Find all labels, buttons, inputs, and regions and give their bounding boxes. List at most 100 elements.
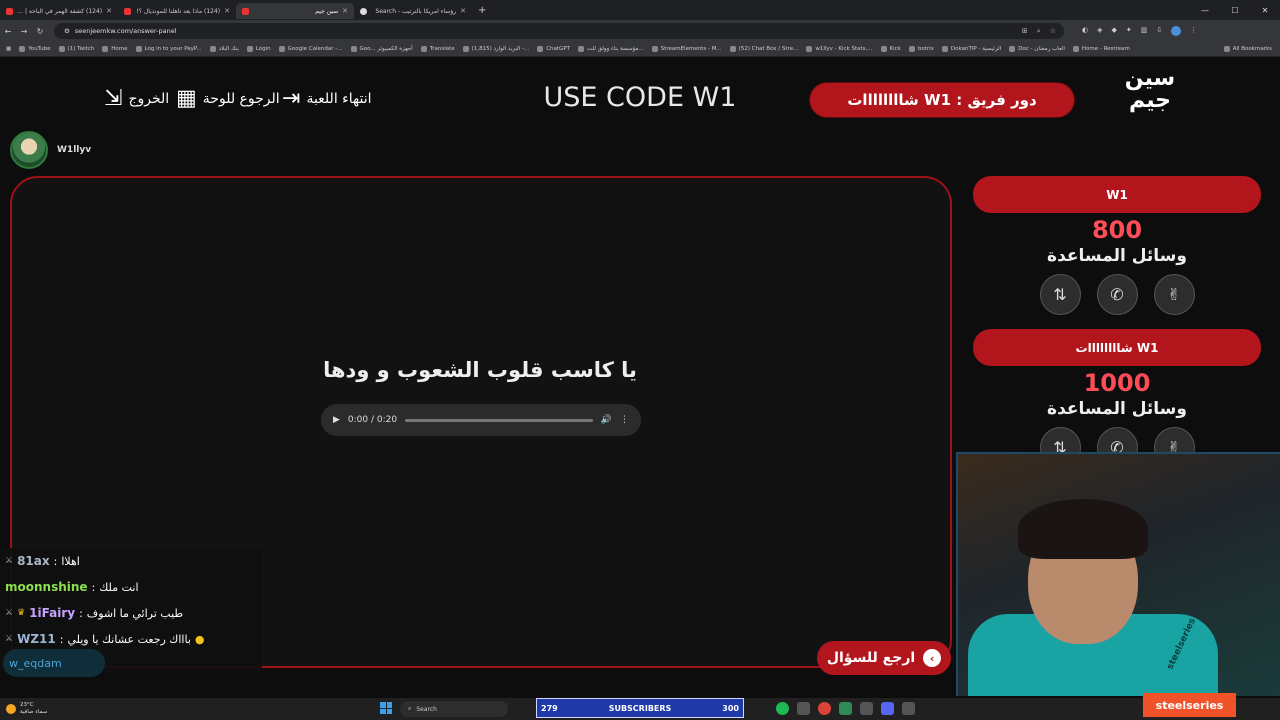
chrome-icon[interactable] xyxy=(818,702,831,715)
exit-button[interactable]: الخروج ⇲ xyxy=(104,88,169,110)
username: W1llyv xyxy=(57,145,92,155)
back-to-question-button[interactable]: › ارجع للسؤال xyxy=(817,641,951,675)
bookmark-item[interactable]: بنك البلاد xyxy=(209,46,239,52)
extensions: ◐ ◈ ◆ ✦ ▥ ⇩ ⋮ xyxy=(1082,26,1197,36)
browser-tab[interactable]: رؤساء امريكا بالترتيب - Search ✕ xyxy=(354,3,472,19)
bookmark-star-icon[interactable]: ☆ xyxy=(1050,27,1056,36)
forward-icon[interactable]: → xyxy=(16,27,32,36)
sun-icon xyxy=(6,704,16,714)
helps-label: وسائل المساعدة xyxy=(1047,399,1187,419)
bookmark-item[interactable]: (1) Twitch xyxy=(58,46,94,52)
profile-avatar[interactable] xyxy=(1171,26,1182,36)
browser-tab-bar: (124) كشفة الهمر في الباحة | مع ✕ (124) م… xyxy=(0,0,1280,20)
bookmark-item[interactable]: البريد الوارد (1,815) -... xyxy=(462,46,529,52)
menu-icon[interactable]: ⋮ xyxy=(1190,26,1197,36)
app-icon[interactable] xyxy=(839,702,852,715)
url-text: seenjeemkw.com/answer-panel xyxy=(74,27,177,35)
chat-input[interactable]: w_eqdam xyxy=(3,649,105,677)
youtube-icon xyxy=(124,7,131,15)
download-icon[interactable]: ⇩ xyxy=(1156,26,1162,36)
windows-start-icon[interactable] xyxy=(380,702,392,714)
bookmark-item[interactable]: YouTube xyxy=(19,46,51,52)
badge-icon: ⚔ xyxy=(5,608,14,618)
sidebar-icon[interactable]: ▥ xyxy=(1141,26,1148,36)
bookmark-item[interactable]: Doc - العاب رمضان xyxy=(1009,46,1065,52)
bookmark-item[interactable]: مؤسسة بناء وولق للت... xyxy=(578,46,644,52)
bookmark-item[interactable]: Kick xyxy=(880,46,901,52)
taskbar-apps xyxy=(776,702,915,715)
maximize-icon[interactable]: ☐ xyxy=(1220,6,1250,15)
swap-icon[interactable]: ⇅ xyxy=(1039,274,1081,315)
bookmark-item[interactable]: Home xyxy=(102,46,128,52)
bookmark-item[interactable]: DokanTIP - الرئيسية xyxy=(941,46,1001,52)
spotify-icon[interactable] xyxy=(776,702,789,715)
audio-progress-bar[interactable] xyxy=(405,418,593,422)
peace-hand-icon[interactable]: ✌ xyxy=(1153,274,1195,315)
site-info-icon[interactable]: ⚙ xyxy=(64,27,70,35)
crown-icon: ♛ xyxy=(17,608,26,618)
puzzle-icon[interactable]: ✦ xyxy=(1126,26,1132,36)
site-logo[interactable]: سين جيم xyxy=(1120,68,1180,112)
browser-tab-active[interactable]: سين جيم ✕ xyxy=(236,3,354,19)
bookmark-item[interactable]: Translate xyxy=(420,46,455,52)
bookmark-item[interactable]: botrix xyxy=(908,46,934,52)
close-tab-icon[interactable]: ✕ xyxy=(342,7,348,15)
all-bookmarks[interactable]: All Bookmarks xyxy=(1223,46,1272,52)
bookmark-item[interactable]: StreamElements - M... xyxy=(651,46,722,52)
weather-widget[interactable]: 23°C سماء صافية xyxy=(0,702,47,716)
team-card: W1 شاااااااات 1000 وسائل المساعدة ⇅ ✆ ✌ xyxy=(973,329,1261,468)
reload-icon[interactable]: ↻ xyxy=(32,27,48,36)
bookmark-item[interactable]: Login xyxy=(246,46,271,52)
back-icon[interactable]: ← xyxy=(0,27,16,36)
more-options-icon[interactable]: ⋮ xyxy=(620,415,629,425)
phone-icon[interactable]: ✆ xyxy=(1096,274,1138,315)
translate-icon[interactable]: ⊞ xyxy=(1022,27,1028,36)
new-tab-button[interactable]: + xyxy=(472,5,492,16)
audio-player[interactable]: ▶ 0:00 / 0:20 🔊 ⋮ xyxy=(321,404,641,436)
taskbar-search[interactable]: ⌕ Search xyxy=(400,701,508,717)
app-icon[interactable] xyxy=(881,702,894,715)
close-tab-icon[interactable]: ✕ xyxy=(106,7,112,15)
play-icon[interactable]: ▶ xyxy=(333,415,340,425)
chat-message: ⚔ ♛ 1iFairy: طيب ترائي ما اشوف xyxy=(5,606,184,620)
audio-time: 0:00 / 0:20 xyxy=(347,415,398,425)
extension-icon[interactable]: ◆ xyxy=(1112,26,1117,36)
end-game-button[interactable]: انتهاء اللعبة ⇥ xyxy=(282,88,371,110)
browser-tab[interactable]: (124) ماذا بعد تأهلنا للمونديال ؟! ✕ xyxy=(118,3,236,19)
address-bar-row: ← → ↻ ⚙ seenjeemkw.com/answer-panel ⊞ ⌕ … xyxy=(0,20,1280,42)
avatar[interactable] xyxy=(10,131,48,169)
bookmark-item[interactable]: Log in to your PayP... xyxy=(135,46,202,52)
team-name: W1 xyxy=(973,176,1261,213)
grid-icon: ▦ xyxy=(176,86,197,111)
team-name: W1 شاااااااات xyxy=(973,329,1261,366)
question-text: يا كاسب قلوب الشعوب و ودها xyxy=(323,358,637,382)
bookmark-item[interactable]: Google Calendar -... xyxy=(278,46,343,52)
app-icon[interactable] xyxy=(797,702,810,715)
chevron-right-icon: › xyxy=(923,649,942,667)
close-tab-icon[interactable]: ✕ xyxy=(224,7,230,15)
team-card: W1 800 وسائل المساعدة ⇅ ✆ ✌ xyxy=(973,176,1261,315)
bookmark-item[interactable]: Goo... أجهزة الكمبيوتر xyxy=(350,46,413,52)
settings-icon[interactable] xyxy=(902,702,915,715)
help-buttons: ⇅ ✆ ✌ xyxy=(973,274,1261,315)
close-tab-icon[interactable]: ✕ xyxy=(460,7,466,15)
chat-message: moonnshine: انت ملك xyxy=(5,580,139,594)
bookmark-item[interactable]: Home - Restream xyxy=(1072,46,1130,52)
apps-icon[interactable]: ▦ xyxy=(6,46,11,52)
streamer-hair xyxy=(1018,499,1148,559)
minimize-icon[interactable]: — xyxy=(1190,6,1220,15)
volume-icon[interactable]: 🔊 xyxy=(601,415,612,425)
close-window-icon[interactable]: ✕ xyxy=(1250,6,1280,15)
app-icon[interactable] xyxy=(860,702,873,715)
bookmark-item[interactable]: ChatGPT xyxy=(537,46,570,52)
bookmark-item[interactable]: w1llyv - Kick Stats,... xyxy=(806,46,873,52)
extension-icon[interactable]: ◐ xyxy=(1082,26,1088,36)
zoom-icon[interactable]: ⌕ xyxy=(1037,27,1041,36)
bookmark-item[interactable]: (52) Chat Box / Stre... xyxy=(729,46,798,52)
url-bar[interactable]: ⚙ seenjeemkw.com/answer-panel ⊞ ⌕ ☆ xyxy=(54,23,1064,39)
subscriber-goal-bar: 279 SUBSCRIBERS 300 xyxy=(536,698,744,718)
extension-icon[interactable]: ◈ xyxy=(1097,26,1102,36)
browser-tab[interactable]: (124) كشفة الهمر في الباحة | مع ✕ xyxy=(0,3,118,19)
logout-icon: ⇲ xyxy=(104,86,123,111)
back-to-board-button[interactable]: الرجوع للوحة ▦ xyxy=(176,88,280,110)
